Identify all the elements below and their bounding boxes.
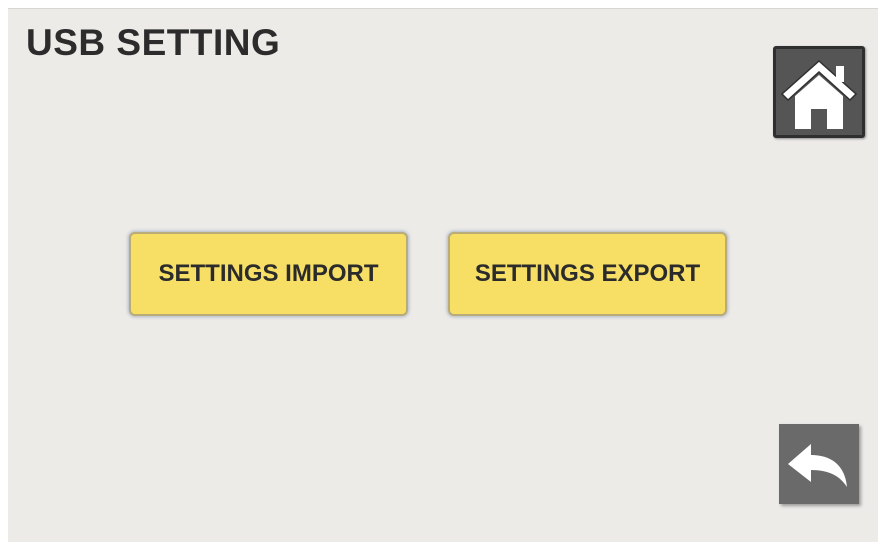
- home-icon: [780, 59, 858, 129]
- back-arrow-icon: [788, 444, 847, 487]
- settings-import-button[interactable]: SETTINGS IMPORT: [129, 232, 408, 316]
- usb-setting-screen: USB SETTING SETTINGS IMPORT SETTINGS EXP…: [8, 8, 878, 542]
- settings-export-button[interactable]: SETTINGS EXPORT: [448, 232, 727, 316]
- page-title: USB SETTING: [26, 22, 281, 63]
- back-button[interactable]: [779, 424, 859, 504]
- home-button[interactable]: [773, 46, 865, 138]
